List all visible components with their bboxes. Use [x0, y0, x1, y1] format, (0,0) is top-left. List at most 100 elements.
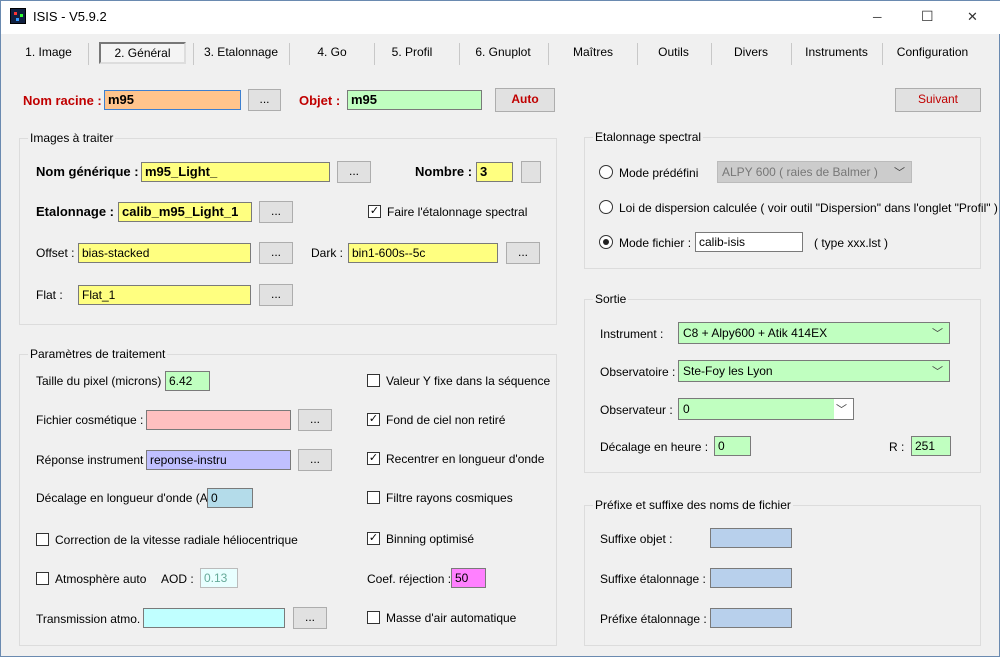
- tab-general[interactable]: 2. Général: [99, 42, 186, 64]
- observatoire-select[interactable]: Ste-Foy les Lyon ﹀: [678, 360, 950, 382]
- faire-etalonnage-label: Faire l'étalonnage spectral: [387, 205, 528, 219]
- tab-image[interactable]: 1. Image: [11, 45, 86, 59]
- cosmetique-input[interactable]: [146, 410, 291, 430]
- app-icon: [10, 8, 26, 24]
- mode-fichier-input[interactable]: calib-isis: [695, 232, 803, 252]
- maximize-button[interactable]: ☐: [921, 9, 934, 23]
- valeur-y-fixe-label: Valeur Y fixe dans la séquence: [386, 374, 551, 388]
- nom-racine-input[interactable]: m95: [104, 90, 241, 110]
- suffixe-objet-input[interactable]: [710, 528, 792, 548]
- filtre-cosmiques-label: Filtre rayons cosmiques: [386, 491, 513, 505]
- aod-input[interactable]: 0.13: [200, 568, 238, 588]
- transmission-browse-button[interactable]: ...: [293, 607, 327, 629]
- coef-rejection-input[interactable]: 50: [451, 568, 486, 588]
- mode-predefini-select[interactable]: ALPY 600 ( raies de Balmer ) ﹀: [717, 161, 912, 183]
- dark-input[interactable]: bin1-600s--5c: [348, 243, 498, 263]
- suivant-button[interactable]: Suivant: [895, 88, 981, 112]
- mode-predefini-label: Mode prédéfini: [619, 166, 699, 180]
- binning-label: Binning optimisé: [386, 532, 475, 546]
- loi-dispersion-radio[interactable]: [599, 200, 613, 214]
- tab-outils[interactable]: Outils: [641, 45, 706, 59]
- flat-input[interactable]: Flat_1: [78, 285, 251, 305]
- binning-checkbox[interactable]: ✓: [367, 532, 380, 545]
- flat-browse-button[interactable]: ...: [259, 284, 293, 306]
- nom-generique-browse-button[interactable]: ...: [337, 161, 371, 183]
- cosmetique-browse-button[interactable]: ...: [298, 409, 332, 431]
- atmosphere-auto-checkbox[interactable]: [36, 572, 49, 585]
- taille-pixel-label: Taille du pixel (microns) :: [36, 374, 169, 388]
- type-hint: ( type xxx.lst ): [814, 236, 889, 250]
- nom-generique-input[interactable]: m95_Light_: [141, 162, 330, 182]
- mode-predefini-radio[interactable]: [599, 165, 613, 179]
- fond-ciel-checkbox[interactable]: ✓: [367, 413, 380, 426]
- tab-profil[interactable]: 5. Profil: [377, 45, 447, 59]
- nom-racine-browse-button[interactable]: ...: [248, 89, 281, 111]
- masse-air-label: Masse d'air automatique: [386, 611, 517, 625]
- suffixe-objet-label: Suffixe objet :: [600, 532, 673, 546]
- correction-vitesse-label: Correction de la vitesse radiale hélioce…: [55, 533, 298, 547]
- transmission-label: Transmission atmo. :: [36, 612, 147, 626]
- dark-label: Dark :: [311, 246, 344, 260]
- taille-pixel-input[interactable]: 6.42: [165, 371, 210, 391]
- objet-label: Objet :: [299, 93, 341, 108]
- decalage-onde-label: Décalage en longueur d'onde (A) :: [36, 491, 219, 505]
- faire-etalonnage-checkbox[interactable]: ✓: [368, 205, 381, 218]
- aod-label: AOD :: [161, 572, 194, 586]
- close-button[interactable]: ✕: [967, 10, 978, 24]
- correction-vitesse-checkbox[interactable]: [36, 533, 49, 546]
- images-group-title: Images à traiter: [28, 131, 116, 145]
- tab-divers[interactable]: Divers: [716, 45, 786, 59]
- transmission-input[interactable]: [143, 608, 285, 628]
- nom-generique-label: Nom générique :: [36, 164, 139, 179]
- mode-fichier-radio[interactable]: [599, 235, 613, 249]
- reponse-label: Réponse instrument :: [36, 453, 151, 467]
- tab-gnuplot[interactable]: 6. Gnuplot: [462, 45, 544, 59]
- params-group-title: Paramètres de traitement: [28, 347, 168, 361]
- fond-ciel-label: Fond de ciel non retiré: [386, 413, 506, 427]
- tab-instruments[interactable]: Instruments: [794, 45, 879, 59]
- tab-configuration[interactable]: Configuration: [885, 45, 980, 59]
- reponse-input[interactable]: reponse-instru: [146, 450, 291, 470]
- nombre-label: Nombre :: [415, 164, 473, 179]
- sortie-title: Sortie: [593, 292, 629, 306]
- masse-air-checkbox[interactable]: [367, 611, 380, 624]
- chevron-down-icon: ﹀: [894, 167, 905, 179]
- recentrer-checkbox[interactable]: ✓: [367, 452, 380, 465]
- coef-rejection-label: Coef. réjection :: [367, 572, 452, 586]
- flat-label: Flat :: [36, 288, 63, 302]
- suffixe-etal-label: Suffixe étalonnage :: [600, 572, 706, 586]
- filtre-cosmiques-checkbox[interactable]: [367, 491, 380, 504]
- title-bar: ISIS - V5.9.2 ─ ☐ ✕: [1, 1, 1000, 34]
- etalonnage-spectral-title: Etalonnage spectral: [593, 130, 704, 144]
- tab-maitres[interactable]: Maîtres: [553, 45, 633, 59]
- chevron-down-icon: ﹀: [932, 366, 943, 378]
- decalage-heure-input[interactable]: 0: [714, 436, 751, 456]
- objet-input[interactable]: m95: [347, 90, 482, 110]
- tab-etalonnage[interactable]: 3. Etalonnage: [196, 45, 286, 59]
- valeur-y-fixe-checkbox[interactable]: [367, 374, 380, 387]
- minimize-button[interactable]: ─: [873, 10, 882, 24]
- etalonnage-browse-button[interactable]: ...: [259, 201, 293, 223]
- observateur-select[interactable]: 0 ﹀: [678, 398, 854, 420]
- auto-button[interactable]: Auto: [495, 88, 555, 112]
- offset-browse-button[interactable]: ...: [259, 242, 293, 264]
- dark-browse-button[interactable]: ...: [506, 242, 540, 264]
- tab-bar: 1. Image 2. Général 3. Etalonnage 4. Go …: [1, 34, 1000, 70]
- reponse-browse-button[interactable]: ...: [298, 449, 332, 471]
- observateur-value: 0: [683, 402, 690, 416]
- prefixe-etal-input[interactable]: [710, 608, 792, 628]
- atmosphere-auto-label: Atmosphère auto: [55, 572, 147, 586]
- offset-input[interactable]: bias-stacked: [78, 243, 251, 263]
- instrument-select[interactable]: C8 + Alpy600 + Atik 414EX ﹀: [678, 322, 950, 344]
- r-input[interactable]: 251: [911, 436, 951, 456]
- loi-dispersion-label: Loi de dispersion calculée ( voir outil …: [619, 201, 998, 215]
- nombre-button[interactable]: [521, 161, 541, 183]
- decalage-onde-input[interactable]: 0: [207, 488, 253, 508]
- nombre-input[interactable]: 3: [476, 162, 513, 182]
- suffixe-etal-input[interactable]: [710, 568, 792, 588]
- tab-go[interactable]: 4. Go: [292, 45, 372, 59]
- recentrer-label: Recentrer en longueur d'onde: [386, 452, 545, 466]
- etalonnage-input[interactable]: calib_m95_Light_1: [118, 202, 252, 222]
- decalage-heure-label: Décalage en heure :: [600, 440, 709, 454]
- observateur-label: Observateur :: [600, 403, 673, 417]
